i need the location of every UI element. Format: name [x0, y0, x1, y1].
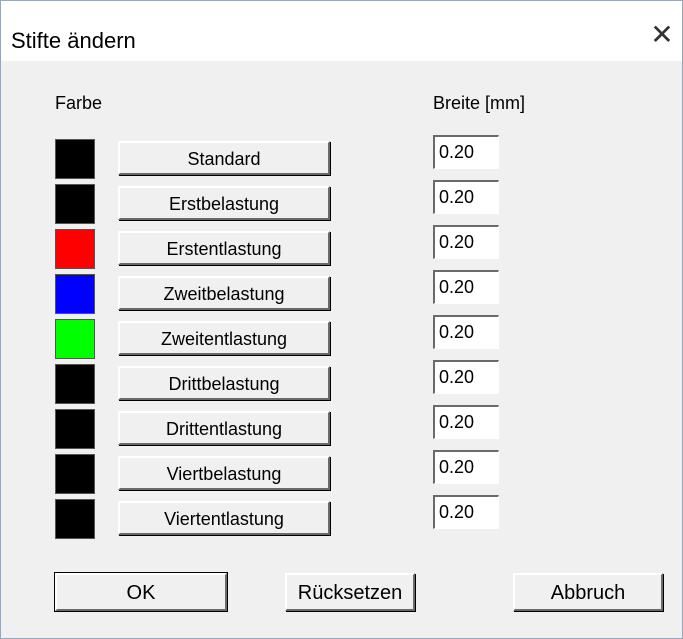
title-bar: Stifte ändern ✕ [1, 1, 682, 61]
pen-width-input[interactable] [433, 405, 499, 439]
pen-color-swatch[interactable] [55, 139, 95, 179]
pen-color-swatch[interactable] [55, 409, 95, 449]
pen-button[interactable]: Erstentlastung [118, 231, 330, 265]
pen-width-input[interactable] [433, 360, 499, 394]
reset-button[interactable]: Rücksetzen [285, 573, 415, 611]
dialog-content: Farbe Breite [mm] Standard Erstbelastung E… [1, 61, 682, 638]
pen-width-input[interactable] [433, 135, 499, 169]
pen-color-swatch[interactable] [55, 274, 95, 314]
dialog-title: Stifte ändern [11, 28, 136, 53]
pen-button[interactable]: Viertbelastung [118, 456, 330, 490]
pen-button[interactable]: Standard [118, 141, 330, 175]
pen-color-swatch[interactable] [55, 454, 95, 494]
pen-width-input[interactable] [433, 180, 499, 214]
pen-width-input[interactable] [433, 315, 499, 349]
width-column-label: Breite [mm] [433, 93, 526, 113]
pen-button[interactable]: Drittbelastung [118, 366, 330, 400]
pen-width-input[interactable] [433, 270, 499, 304]
ok-button[interactable]: OK [54, 572, 228, 612]
cancel-button[interactable]: Abbruch [513, 573, 663, 611]
pen-color-swatch[interactable] [55, 319, 95, 359]
pen-color-swatch[interactable] [55, 499, 95, 539]
pen-button[interactable]: Erstbelastung [118, 186, 330, 220]
close-icon[interactable]: ✕ [642, 15, 682, 55]
pen-color-swatch[interactable] [55, 229, 95, 269]
pen-color-swatch[interactable] [55, 184, 95, 224]
pen-button[interactable]: Viertentlastung [118, 501, 330, 535]
pen-button[interactable]: Zweitbelastung [118, 276, 330, 310]
color-column-label: Farbe [55, 93, 103, 113]
pen-button[interactable]: Zweitentlastung [118, 321, 330, 355]
pen-settings-dialog: Stifte ändern ✕ Farbe Breite [mm] Standa… [0, 0, 683, 639]
pen-width-input[interactable] [433, 495, 499, 529]
pen-button[interactable]: Drittentlastung [118, 411, 330, 445]
pen-color-swatch[interactable] [55, 364, 95, 404]
pen-width-input[interactable] [433, 450, 499, 484]
pen-width-input[interactable] [433, 225, 499, 259]
